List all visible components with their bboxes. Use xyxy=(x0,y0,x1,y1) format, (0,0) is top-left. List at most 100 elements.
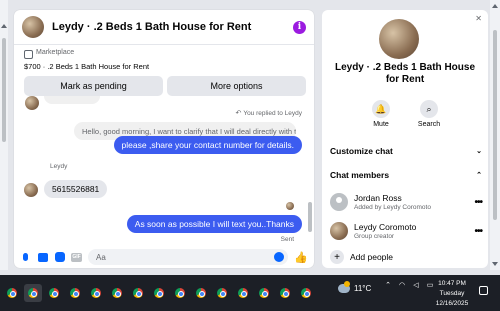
browser-icon xyxy=(175,288,185,298)
browser-icon xyxy=(217,288,227,298)
marketplace-label: Marketplace xyxy=(36,49,75,56)
sender-avatar[interactable] xyxy=(24,183,38,197)
taskbar-browser-button[interactable] xyxy=(276,284,294,302)
customize-chat-label: Customize chat xyxy=(330,146,393,156)
replied-note: ↶ You replied to Leydy xyxy=(235,109,302,118)
taskbar-browser-button[interactable] xyxy=(129,284,147,302)
more-options-button[interactable]: More options xyxy=(167,76,306,96)
message-scrollbar[interactable] xyxy=(308,102,312,242)
conversation-avatar[interactable] xyxy=(379,19,419,59)
clock-date: 12/16/2025 xyxy=(435,300,469,307)
taskbar-browser-button[interactable] xyxy=(234,284,252,302)
page-right-scrollbar[interactable] xyxy=(490,0,500,270)
message-input-placeholder: Aa xyxy=(96,252,106,262)
photo-icon[interactable] xyxy=(37,252,48,263)
scroll-up-arrow-icon[interactable] xyxy=(1,24,7,28)
marketplace-item[interactable]: $700 · .2 Beds 1 Bath House for Rent xyxy=(24,62,306,71)
mark-as-pending-button[interactable]: Mark as pending xyxy=(24,76,163,96)
taskbar-browser-button[interactable] xyxy=(297,284,315,302)
browser-icon xyxy=(280,288,290,298)
scroll-down-arrow-icon[interactable] xyxy=(492,262,498,266)
browser-icon xyxy=(70,288,80,298)
bell-icon: 🔔 xyxy=(372,100,390,118)
browser-icon xyxy=(91,288,101,298)
member-name: Jordan Ross xyxy=(354,193,402,203)
chat-members-label: Chat members xyxy=(330,170,390,180)
scrollbar-thumb[interactable] xyxy=(2,38,6,142)
chat-header: Leydy · .2 Beds 1 Bath House for Rent i xyxy=(14,10,314,45)
add-people-button[interactable]: + Add people xyxy=(330,250,393,264)
marketplace-icon xyxy=(24,50,33,59)
scroll-up-arrow-icon[interactable] xyxy=(492,4,498,8)
scrollbar-thumb[interactable] xyxy=(308,202,312,232)
clock[interactable]: 10:47 PM Tuesday 12/16/2025 xyxy=(432,279,472,309)
taskbar-browser-button[interactable] xyxy=(192,284,210,302)
system-tray: ⌃ ◠ ◁ ▭ xyxy=(384,281,434,289)
customize-chat-toggle[interactable]: Customize chat ⌄ xyxy=(330,146,482,156)
taskbar-browser-button[interactable] xyxy=(24,284,42,302)
sent-status: Sent xyxy=(280,236,294,243)
chat-members-toggle[interactable]: Chat members ⌃ xyxy=(330,170,482,180)
search-label: Search xyxy=(417,121,441,128)
member-subtitle: Added by Leydy Coromoto xyxy=(354,204,431,211)
chevron-up-icon[interactable]: ⌃ xyxy=(384,281,392,289)
chat-avatar[interactable] xyxy=(22,16,44,38)
taskbar-browser-button[interactable] xyxy=(66,284,84,302)
taskbar-browser-button[interactable] xyxy=(87,284,105,302)
reply-icon: ↶ xyxy=(235,110,242,117)
member-row[interactable]: Jordan Ross Added by Leydy Coromoto ••• xyxy=(330,190,483,214)
add-person-icon: + xyxy=(330,250,344,264)
more-options-icon[interactable]: ••• xyxy=(474,226,482,237)
taskbar-browser-button[interactable] xyxy=(171,284,189,302)
browser-icon xyxy=(112,288,122,298)
partly-cloudy-icon xyxy=(338,281,350,293)
taskbar-apps xyxy=(0,284,315,302)
thumbs-up-icon[interactable]: 👍 xyxy=(294,251,308,264)
conversation-details-panel: ✕ Leydy · .2 Beds 1 Bath House for Rent … xyxy=(322,10,488,268)
avatar xyxy=(25,96,39,110)
gif-icon[interactable]: GIF xyxy=(71,252,82,263)
composer: GIF Aa 👍 xyxy=(14,246,314,268)
more-options-icon[interactable]: ••• xyxy=(474,197,482,208)
message-list[interactable]: ↶ You replied to Leydy Hello, good morni… xyxy=(14,96,314,248)
taskbar-browser-button[interactable] xyxy=(255,284,273,302)
taskbar-browser-button[interactable] xyxy=(3,284,21,302)
seen-avatar xyxy=(286,202,294,210)
page-left-scrollbar[interactable] xyxy=(0,0,8,270)
speaker-icon[interactable]: ◁ xyxy=(412,281,420,289)
notification-icon[interactable] xyxy=(479,286,488,295)
chevron-up-icon: ⌃ xyxy=(476,172,482,179)
info-icon[interactable]: i xyxy=(293,20,306,34)
clock-day: Tuesday xyxy=(439,290,465,297)
taskbar-browser-button[interactable] xyxy=(108,284,126,302)
chevron-down-icon: ⌄ xyxy=(476,148,482,155)
member-name: Leydy Coromoto xyxy=(354,222,417,232)
browser-icon xyxy=(7,288,17,298)
chat-title[interactable]: Leydy · .2 Beds 1 Bath House for Rent xyxy=(52,21,293,33)
weather-widget[interactable]: 11°C xyxy=(338,281,372,293)
temperature: 11°C xyxy=(354,284,372,293)
message-bubble-incoming[interactable]: 5615526881 xyxy=(44,180,108,198)
mute-button[interactable]: 🔔 Mute xyxy=(366,100,396,128)
message-bubble-outgoing[interactable]: As soon as possible I will text you..Tha… xyxy=(126,215,302,233)
message-input[interactable]: Aa xyxy=(88,249,289,265)
taskbar-browser-button[interactable] xyxy=(213,284,231,302)
close-icon[interactable]: ✕ xyxy=(475,14,482,23)
chat-panel: Leydy · .2 Beds 1 Bath House for Rent i … xyxy=(14,10,314,268)
taskbar-browser-button[interactable] xyxy=(45,284,63,302)
search-button[interactable]: ⌕ Search xyxy=(414,100,444,128)
member-row[interactable]: Leydy Coromoto Group creator ••• xyxy=(330,219,483,243)
message-bubble-outgoing[interactable]: please ,share your contact number for de… xyxy=(113,136,302,154)
add-people-label: Add people xyxy=(350,252,394,262)
search-icon: ⌕ xyxy=(420,100,438,118)
taskbar-browser-button[interactable] xyxy=(150,284,168,302)
browser-icon xyxy=(49,288,59,298)
browser-icon xyxy=(154,288,164,298)
emoji-icon[interactable] xyxy=(274,252,285,262)
wifi-icon[interactable]: ◠ xyxy=(398,281,406,289)
sticker-icon[interactable] xyxy=(54,252,65,263)
microphone-icon[interactable] xyxy=(20,252,31,263)
member-subtitle: Group creator xyxy=(354,233,395,240)
avatar xyxy=(330,193,348,211)
scrollbar-thumb[interactable] xyxy=(493,30,497,220)
